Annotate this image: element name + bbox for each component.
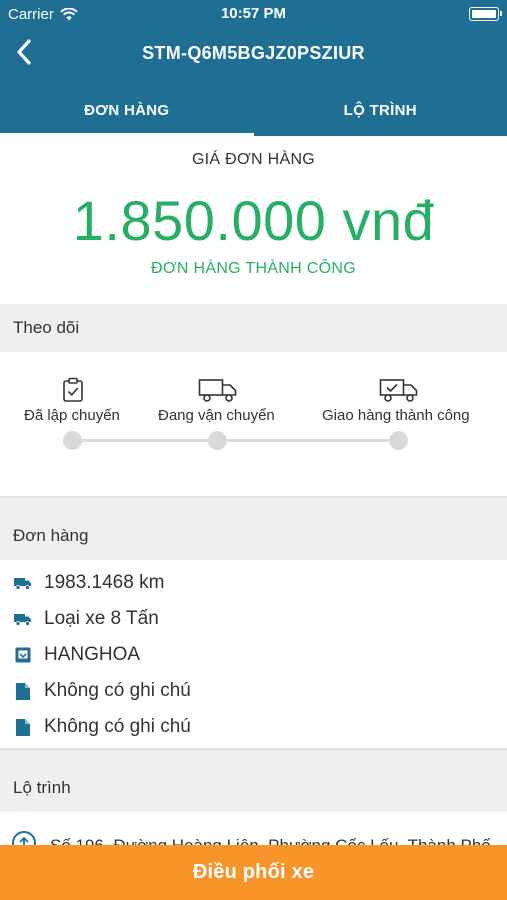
progress-line — [72, 439, 398, 442]
step-label-shipping: Đang vận chuyển — [158, 407, 275, 424]
package-icon — [14, 646, 32, 664]
truck-icon — [14, 610, 32, 628]
price-value: 1.850.000 vnđ — [72, 189, 435, 252]
order-section-title: Đơn hàng — [0, 512, 507, 560]
tracking-section-title: Theo dõi — [0, 304, 507, 352]
distance-value: 1983.1468 km — [44, 572, 165, 593]
truck-icon — [14, 574, 32, 592]
status-time: 10:57 PM — [220, 5, 287, 22]
list-item: Không có ghi chú — [0, 675, 507, 707]
vehicle-type-value: Loại xe 8 Tấn — [44, 608, 159, 629]
status-bar: Carrier 10:57 PM — [0, 0, 507, 28]
list-item: Không có ghi chú — [0, 711, 507, 743]
tab-route[interactable]: LỘ TRÌNH — [254, 84, 507, 136]
order-code-title: STM-Q6M5BGJZ0PSZIUR — [142, 43, 365, 63]
clipboard-check-icon — [60, 376, 86, 404]
price-label: GIÁ ĐƠN HÀNG — [191, 151, 316, 168]
battery-icon — [469, 7, 502, 21]
step-label-delivered: Giao hàng thành công — [322, 407, 470, 424]
step-dot-delivered — [389, 431, 408, 450]
header-bar: Carrier 10:57 PM STM-Q6M5BGJZ0PSZIUR ĐƠN… — [0, 0, 507, 136]
order-status: ĐƠN HÀNG THÀNH CÔNG — [151, 260, 356, 277]
cargo-type-value: HANGHOA — [44, 644, 141, 665]
order-card: 1983.1468 km Loại xe 8 Tấn HANGHOA Không… — [0, 560, 507, 750]
file-icon — [14, 682, 32, 700]
list-item: 1983.1468 km — [0, 567, 507, 599]
step-label-created: Đã lập chuyến — [24, 407, 120, 424]
tracking-card: Đã lập chuyến Đang vận chuyển Giao hàng … — [0, 352, 507, 498]
price-card: GIÁ ĐƠN HÀNG 1.850.000 vnđ ĐƠN HÀNG THÀN… — [0, 136, 507, 304]
dispatch-vehicle-button[interactable]: Điều phối xe — [0, 845, 507, 900]
step-dot-created — [63, 431, 82, 450]
file-icon — [14, 718, 32, 736]
nav-bar: STM-Q6M5BGJZ0PSZIUR — [0, 30, 507, 76]
truck-check-icon — [379, 376, 419, 404]
note-value: Không có ghi chú — [44, 680, 191, 701]
route-section-title: Lộ trình — [0, 764, 507, 812]
list-item: HANGHOA — [0, 639, 507, 671]
list-item: Loại xe 8 Tấn — [0, 603, 507, 635]
note-value: Không có ghi chú — [44, 716, 191, 737]
tab-bar: ĐƠN HÀNG LỘ TRÌNH — [0, 84, 507, 136]
tab-order[interactable]: ĐƠN HÀNG — [0, 84, 254, 136]
step-dot-shipping — [208, 431, 227, 450]
truck-icon — [198, 376, 238, 404]
